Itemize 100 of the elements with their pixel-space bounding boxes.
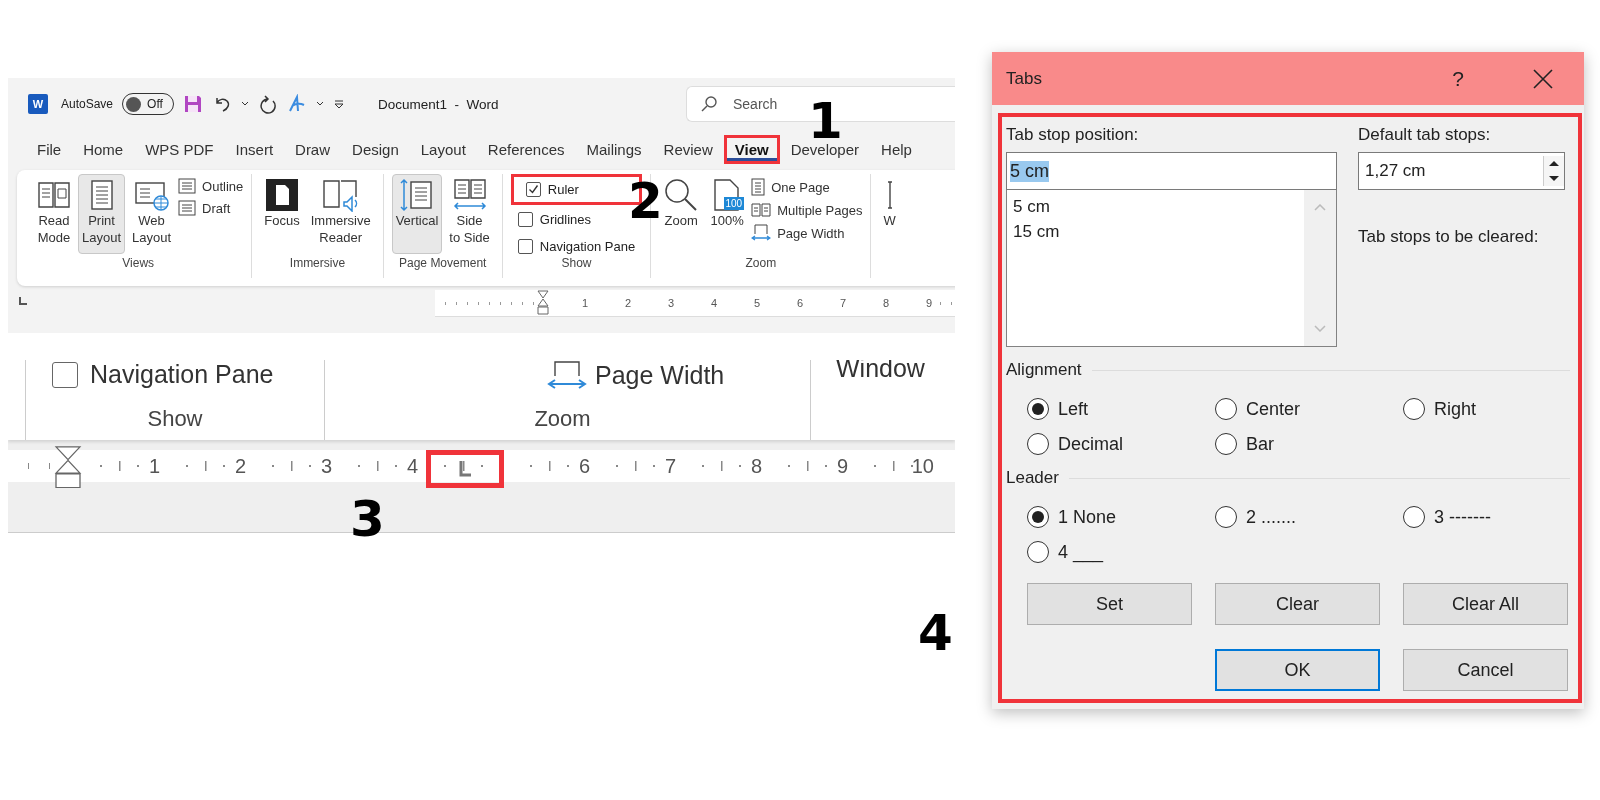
radio-option[interactable]: Decimal xyxy=(1027,433,1215,455)
tab-stop-list[interactable]: 5 cm 15 cm xyxy=(1006,190,1337,347)
menu-tab[interactable]: References xyxy=(479,137,573,161)
step-number: 3 xyxy=(350,494,385,544)
word-logo: W xyxy=(28,94,48,114)
radio-button[interactable] xyxy=(1027,433,1049,455)
menu-tab[interactable]: Home xyxy=(75,137,132,161)
ruler-number: 1 xyxy=(148,454,160,478)
ribbon-button[interactable]: One Page xyxy=(751,178,863,196)
ribbon-button[interactable]: Page Width xyxy=(547,360,725,390)
page-icon xyxy=(751,178,766,196)
field-label: Default tab stops: xyxy=(1358,125,1492,145)
menu-tab[interactable]: WPS PDF xyxy=(137,137,222,161)
group-label: Immersive xyxy=(288,256,347,270)
ribbon-button[interactable]: Outline xyxy=(178,178,244,194)
ribbon-button[interactable]: 100 100% xyxy=(706,174,749,254)
ruler-number: 1 xyxy=(581,297,588,309)
group-label: Zoom xyxy=(744,256,778,270)
caret-icon[interactable] xyxy=(316,100,325,108)
help-button[interactable]: ? xyxy=(1446,65,1470,92)
radio-button[interactable] xyxy=(1403,398,1425,420)
tab-stop-field[interactable]: 5 cm xyxy=(1006,152,1337,190)
checkbox-option[interactable]: Gridlines xyxy=(513,210,596,229)
menu-tab[interactable]: Insert xyxy=(227,137,282,161)
radio-button[interactable] xyxy=(1403,506,1425,528)
ribbon-button[interactable]: Immersive Reader xyxy=(306,174,375,254)
group-label: Zoom xyxy=(533,406,592,432)
radio-option[interactable]: Center xyxy=(1215,398,1403,420)
radio-button[interactable] xyxy=(1215,398,1237,420)
checkbox[interactable] xyxy=(525,182,541,197)
dialog-button[interactable]: Clear All xyxy=(1403,583,1568,625)
radio-button[interactable] xyxy=(1027,506,1049,528)
ruler[interactable]: 1 2 3 4 5 6 7 8 9 xyxy=(435,290,955,317)
radio-option[interactable]: 3 ------- xyxy=(1403,506,1591,528)
checkbox[interactable] xyxy=(517,212,533,227)
ribbon-button[interactable]: Side to Side xyxy=(445,174,494,254)
ribbon-button[interactable]: Print Layout xyxy=(78,174,126,254)
menu-tab[interactable]: Mailings xyxy=(578,137,650,161)
radio-option[interactable]: Right xyxy=(1403,398,1591,420)
dialog-title: Tabs xyxy=(1006,68,1042,89)
group-label: Page Movement xyxy=(398,256,488,270)
window-icon xyxy=(886,181,893,209)
group-label: Views xyxy=(121,256,156,270)
menu-tab[interactable]: Draw xyxy=(287,137,339,161)
section-label: Leader xyxy=(1006,468,1059,488)
focus-icon xyxy=(265,178,299,212)
indent-marker-icon[interactable] xyxy=(537,290,549,316)
checkbox[interactable] xyxy=(52,361,78,388)
tab-selector-icon[interactable] xyxy=(18,296,28,306)
book-icon xyxy=(37,180,71,210)
radio-button[interactable] xyxy=(1215,433,1237,455)
dialog-button[interactable]: Clear xyxy=(1215,583,1380,625)
radio-option[interactable]: Bar xyxy=(1215,433,1403,455)
field-label: Tab stop position: xyxy=(1006,125,1140,145)
menu-tab[interactable]: View xyxy=(726,137,777,161)
ribbon-button[interactable]: Web Layout xyxy=(128,174,176,254)
ribbon-button[interactable]: Page Width xyxy=(751,224,863,242)
redo-icon[interactable] xyxy=(258,94,279,114)
ribbon-button[interactable]: Focus xyxy=(260,174,304,254)
dialog-button[interactable]: Set xyxy=(1027,583,1192,625)
ribbon-button[interactable]: W xyxy=(879,174,900,254)
save-icon[interactable] xyxy=(183,94,204,114)
checkbox-option[interactable]: Navigation Pane xyxy=(52,360,274,389)
checkbox[interactable] xyxy=(517,239,533,254)
radio-button[interactable] xyxy=(1027,541,1049,563)
ribbon-button[interactable]: Multiple Pages xyxy=(751,202,863,218)
ribbon-button[interactable]: Draft xyxy=(178,200,244,216)
menu-tab[interactable]: Review xyxy=(655,137,721,161)
caret-icon[interactable] xyxy=(241,100,250,108)
checkbox-option[interactable]: Ruler xyxy=(521,180,583,199)
ruler-number: 4 xyxy=(406,454,418,478)
ruler-number: 2 xyxy=(624,297,631,309)
indent-marker-icon[interactable] xyxy=(54,446,82,490)
checkbox-option[interactable]: Navigation Pane xyxy=(513,237,640,256)
dialog-button[interactable]: OK xyxy=(1215,649,1380,691)
menu-tab[interactable]: Help xyxy=(873,137,920,161)
customize-icon[interactable] xyxy=(333,98,346,110)
radio-option[interactable]: Left xyxy=(1027,398,1215,420)
list-item[interactable]: 15 cm xyxy=(1013,219,1298,245)
close-icon[interactable] xyxy=(1532,67,1554,90)
radio-option[interactable]: 1 None xyxy=(1027,506,1215,528)
ruler-number: 8 xyxy=(750,454,762,478)
ribbon-button[interactable]: Vertical xyxy=(391,174,443,254)
tab-stop-icon[interactable] xyxy=(457,459,473,479)
radio-option[interactable]: 4 ___ xyxy=(1027,541,1215,563)
dialog-button[interactable]: Cancel xyxy=(1403,649,1568,691)
ruler-number: 9 xyxy=(836,454,848,478)
menu-tab[interactable]: File xyxy=(29,137,70,161)
radio-button[interactable] xyxy=(1027,398,1049,420)
radio-button[interactable] xyxy=(1215,506,1237,528)
reader-icon xyxy=(321,178,360,212)
ruler-number: 3 xyxy=(320,454,332,478)
default-tab-stops-field[interactable]: 1,27 cm xyxy=(1358,152,1565,190)
list-item[interactable]: 5 cm xyxy=(1013,195,1298,220)
ruler-number: 7 xyxy=(664,454,676,478)
menu-tab[interactable]: Layout xyxy=(412,137,474,161)
autosave-label: AutoSave xyxy=(61,97,114,111)
radio-option[interactable]: 2 ....... xyxy=(1215,506,1403,528)
ribbon-button[interactable]: Read Mode xyxy=(33,174,75,254)
menu-tab[interactable]: Design xyxy=(344,137,407,161)
